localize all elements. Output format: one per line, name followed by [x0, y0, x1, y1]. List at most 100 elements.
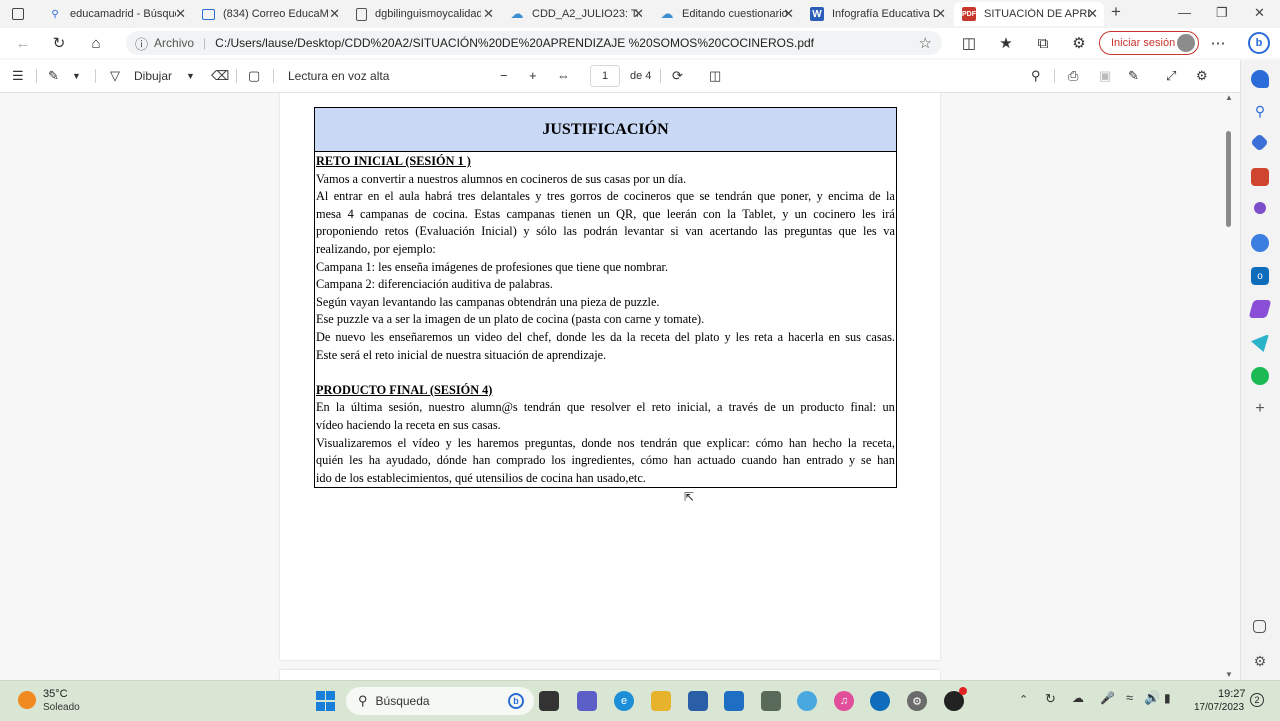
tab-actions-button[interactable] [4, 2, 34, 26]
settings-gear-icon[interactable]: ⚙ [1196, 68, 1208, 84]
close-tab-icon[interactable]: ✕ [1087, 6, 1098, 22]
sun-weather-icon[interactable] [18, 691, 36, 709]
eraser-icon[interactable]: ⌫ [211, 68, 229, 84]
favorites-icon[interactable]: ★ [997, 34, 1015, 52]
clock-time[interactable]: 19:27 [1218, 688, 1246, 700]
microphone-icon[interactable]: 🎤 [1100, 691, 1115, 705]
edge-icon[interactable]: e [614, 691, 634, 711]
maximize-icon[interactable]: ❐ [1216, 5, 1228, 21]
url-box[interactable]: ⓘ Archivo | C:/Users/lause/Desktop/CDD%2… [126, 31, 942, 55]
pdf-toolbar: ☰ ✎ ▼ ▽ Dibujar ▼ ⌫ ▢ Lectura en voz alt… [0, 60, 1240, 93]
notification-bell-icon[interactable] [1251, 70, 1269, 88]
fit-page-icon[interactable]: ⇔ [557, 68, 570, 83]
page-view-icon[interactable]: ◫ [709, 68, 721, 84]
cloud-app-icon[interactable] [797, 691, 817, 711]
favorite-star-icon[interactable]: ☆ [919, 34, 932, 52]
add-app-icon[interactable]: + [1251, 400, 1269, 418]
spotify-icon[interactable] [1251, 367, 1269, 385]
outlook-icon[interactable]: o [1251, 267, 1269, 285]
more-options-icon[interactable]: ⋯ [1209, 34, 1227, 52]
games-icon[interactable] [1254, 202, 1266, 214]
close-tab-icon[interactable]: ✕ [175, 6, 186, 22]
save-icon[interactable]: ▣ [1099, 68, 1111, 84]
fullscreen-icon[interactable]: ⤢ [1166, 68, 1176, 84]
chevron-down-icon[interactable]: ▼ [186, 71, 195, 81]
close-tab-icon[interactable]: ✕ [633, 6, 644, 22]
designer-icon[interactable] [1248, 300, 1272, 318]
toolbar-divider [273, 69, 274, 83]
settings-gear-icon[interactable]: ⚙ [907, 691, 927, 711]
close-window-icon[interactable]: ✕ [1254, 5, 1265, 21]
search-icon[interactable]: ⚲ [1251, 102, 1269, 120]
collections-icon[interactable]: ⧉ [1034, 34, 1052, 52]
onedrive-icon[interactable] [870, 691, 890, 711]
tab-1[interactable]: ⚲ educamadrid - Búsqueda ✕ [40, 2, 192, 26]
rotate-icon[interactable]: ⟳ [672, 68, 683, 84]
page-number-input[interactable]: 1 [590, 65, 620, 87]
close-tab-icon[interactable]: ✕ [483, 6, 494, 22]
tools-icon[interactable] [1251, 168, 1269, 186]
store-icon[interactable] [688, 691, 708, 711]
clock-date[interactable]: 17/07/2023 [1194, 702, 1244, 713]
bing-copilot-icon[interactable]: b [1248, 32, 1270, 54]
scroll-down-icon[interactable]: ▼ [1225, 670, 1233, 679]
refresh-icon[interactable]: ↻ [50, 34, 68, 52]
vertical-scrollbar[interactable]: ▲ ▼ [1222, 93, 1234, 680]
browser-essentials-icon[interactable]: ⚙ [1070, 34, 1088, 52]
music-icon[interactable]: ♫ [834, 691, 854, 711]
close-tab-icon[interactable]: ✕ [783, 6, 794, 22]
draw-button[interactable]: Dibujar [134, 69, 172, 83]
weather-temp[interactable]: 35°C [43, 688, 68, 700]
sync-icon[interactable]: ↻ [1045, 691, 1056, 707]
new-tab-icon[interactable]: + [1111, 2, 1121, 22]
taskbar-search-box[interactable]: ⚲ Búsqueda b [346, 687, 534, 715]
volume-icon[interactable]: 🔊 [1144, 690, 1160, 706]
scroll-up-icon[interactable]: ▲ [1225, 93, 1233, 102]
back-icon[interactable]: ← [14, 34, 32, 52]
minimize-icon[interactable]: — [1178, 5, 1191, 20]
split-screen-icon[interactable]: ◫ [960, 34, 978, 52]
weather-desc[interactable]: Soleado [43, 702, 80, 713]
save-as-icon[interactable]: ✎ [1128, 68, 1139, 84]
print-icon[interactable]: ⎙ [1068, 68, 1078, 84]
windows-start-icon[interactable] [316, 691, 335, 711]
task-view-icon[interactable] [539, 691, 559, 711]
chevron-down-icon[interactable]: ▼ [72, 71, 81, 81]
tab-3[interactable]: dgbilinguismoycalidad ✕ [348, 2, 500, 26]
search-icon[interactable]: ⚲ [1031, 68, 1041, 84]
sidebar-panel-icon[interactable] [1253, 620, 1266, 633]
wifi-icon[interactable]: ≈ [1126, 690, 1133, 705]
read-aloud-button[interactable]: Lectura en voz alta [288, 69, 389, 83]
cloud-sync-icon[interactable]: ☁ [1072, 691, 1084, 705]
calculator-icon[interactable] [761, 691, 781, 711]
chrome-icon[interactable] [944, 687, 967, 711]
home-icon[interactable]: ⌂ [87, 34, 105, 52]
notification-count-badge[interactable]: 2 [1250, 693, 1264, 707]
close-tab-icon[interactable]: ✕ [329, 6, 340, 22]
scrollbar-thumb[interactable] [1226, 131, 1231, 227]
chevron-up-icon[interactable]: ⌃ [1019, 693, 1028, 706]
tab-6[interactable]: W Infografía Educativa De ✕ [802, 2, 952, 26]
tab-4[interactable]: ☁ CDD_A2_JULIO23: Tareas ✕ [502, 2, 650, 26]
close-tab-icon[interactable]: ✕ [935, 6, 946, 22]
signin-button[interactable]: Iniciar sesión [1099, 31, 1199, 55]
teams-chat-icon[interactable] [577, 691, 597, 711]
tab-5[interactable]: ☁ Editando cuestionario ✕ [652, 2, 800, 26]
tab-7-active[interactable]: PDF SITUACIÓN DE APRENDIZAJE ✕ [954, 2, 1104, 26]
zoom-out-icon[interactable]: − [500, 68, 508, 83]
add-text-icon[interactable]: ▢ [248, 68, 260, 84]
url-text[interactable]: C:/Users/lause/Desktop/CDD%20A2/SITUACIÓ… [215, 36, 814, 50]
contents-icon[interactable]: ☰ [12, 68, 24, 84]
pdf-viewer[interactable]: JUSTIFICACIÓN RETO INICIAL (SESIÓN 1 ) V… [0, 93, 1222, 680]
microsoft-365-icon[interactable] [1251, 234, 1269, 252]
draw-icon[interactable]: ▽ [110, 68, 120, 84]
file-explorer-icon[interactable] [651, 691, 671, 711]
sidebar-settings-gear-icon[interactable]: ⚙ [1251, 652, 1269, 670]
mail-icon[interactable] [724, 691, 744, 711]
shopping-tag-icon[interactable] [1250, 133, 1269, 152]
battery-icon[interactable]: ▮ [1164, 691, 1171, 705]
zoom-in-icon[interactable]: + [529, 68, 537, 83]
highlight-icon[interactable]: ✎ [48, 68, 59, 84]
send-icon[interactable] [1251, 334, 1269, 352]
tab-2[interactable]: (834) Correo EducaMadrid ✕ [194, 2, 346, 26]
